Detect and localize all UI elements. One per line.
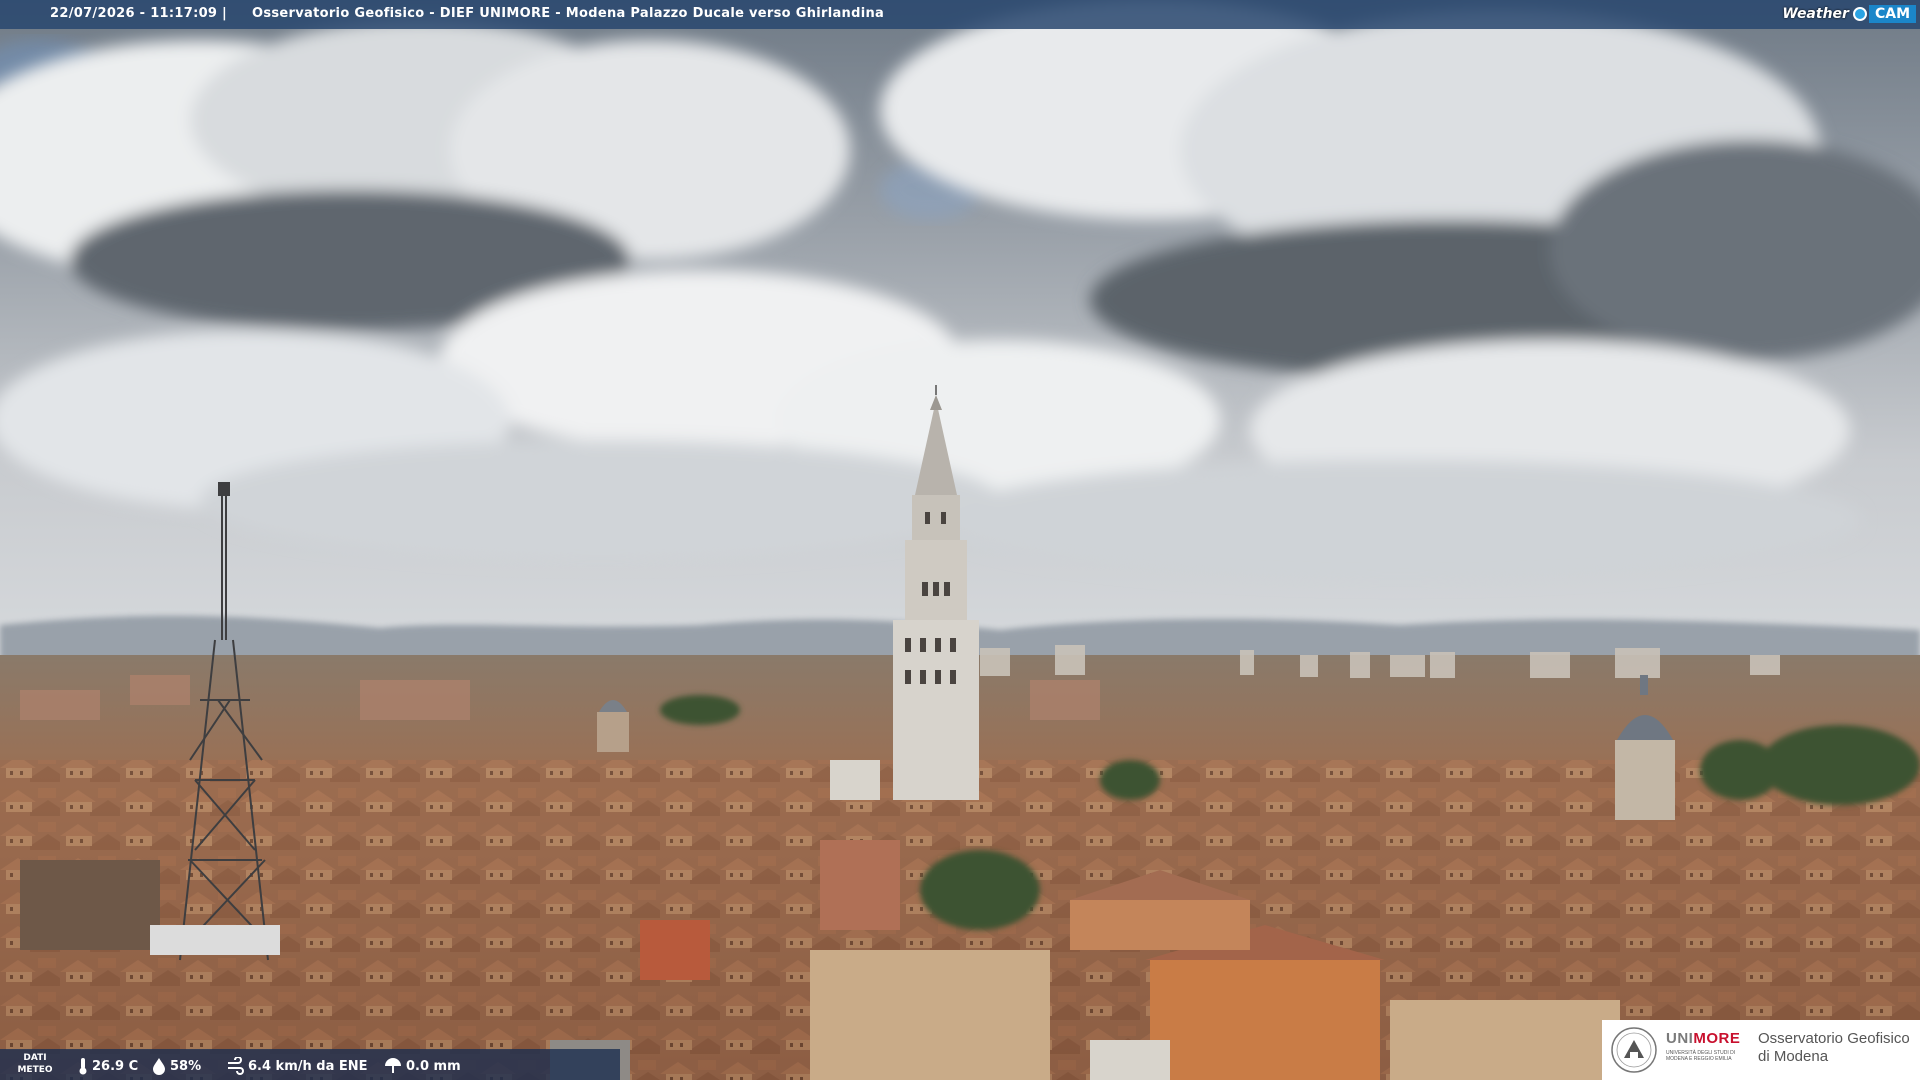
- thermometer-icon: [79, 1058, 87, 1075]
- webcam-image: [0, 0, 1920, 1080]
- unimore-emblem-icon: [1611, 1027, 1657, 1073]
- humidity-drop-icon: [153, 1058, 165, 1075]
- top-info-bar: 22/07/2026 - 11:17:09 | Osservatorio Geo…: [0, 0, 1920, 29]
- unimore-subtitle: UNIVERSITÀ DEGLI STUDI DI MODENA E REGGI…: [1666, 1050, 1736, 1062]
- temperature-reading: 26.9 C: [78, 1057, 138, 1075]
- observatory-name: Osservatorio Geofisico di Modena: [1758, 1030, 1910, 1065]
- weathercam-word: Weather: [1782, 6, 1849, 22]
- weathercam-logo[interactable]: Weather CAM: [1782, 3, 1916, 25]
- unimore-logo-box[interactable]: UNIMORE UNIVERSITÀ DEGLI STUDI DI MODENA…: [1602, 1020, 1920, 1080]
- humidity-reading: 58%: [152, 1057, 201, 1075]
- wind-icon: [228, 1057, 244, 1075]
- webcam-caption: Osservatorio Geofisico - DIEF UNIMORE - …: [252, 6, 885, 21]
- timestamp: 22/07/2026 - 11:17:09: [50, 6, 218, 21]
- weather-data-bar: DATI METEO 26.9 C 58% 6.4 km/h da ENE 0.…: [0, 1049, 620, 1080]
- rain-reading: 0.0 mm: [384, 1057, 461, 1075]
- wind-reading: 6.4 km/h da ENE: [226, 1057, 368, 1075]
- weathercam-dot-icon: [1852, 7, 1867, 21]
- weathercam-cam: CAM: [1868, 5, 1916, 23]
- separator: |: [222, 6, 227, 21]
- weather-data-label: DATI METEO: [17, 1053, 53, 1075]
- small-dome: [597, 700, 629, 752]
- unimore-name: UNIMORE: [1666, 1030, 1741, 1047]
- rain-icon: [385, 1058, 401, 1073]
